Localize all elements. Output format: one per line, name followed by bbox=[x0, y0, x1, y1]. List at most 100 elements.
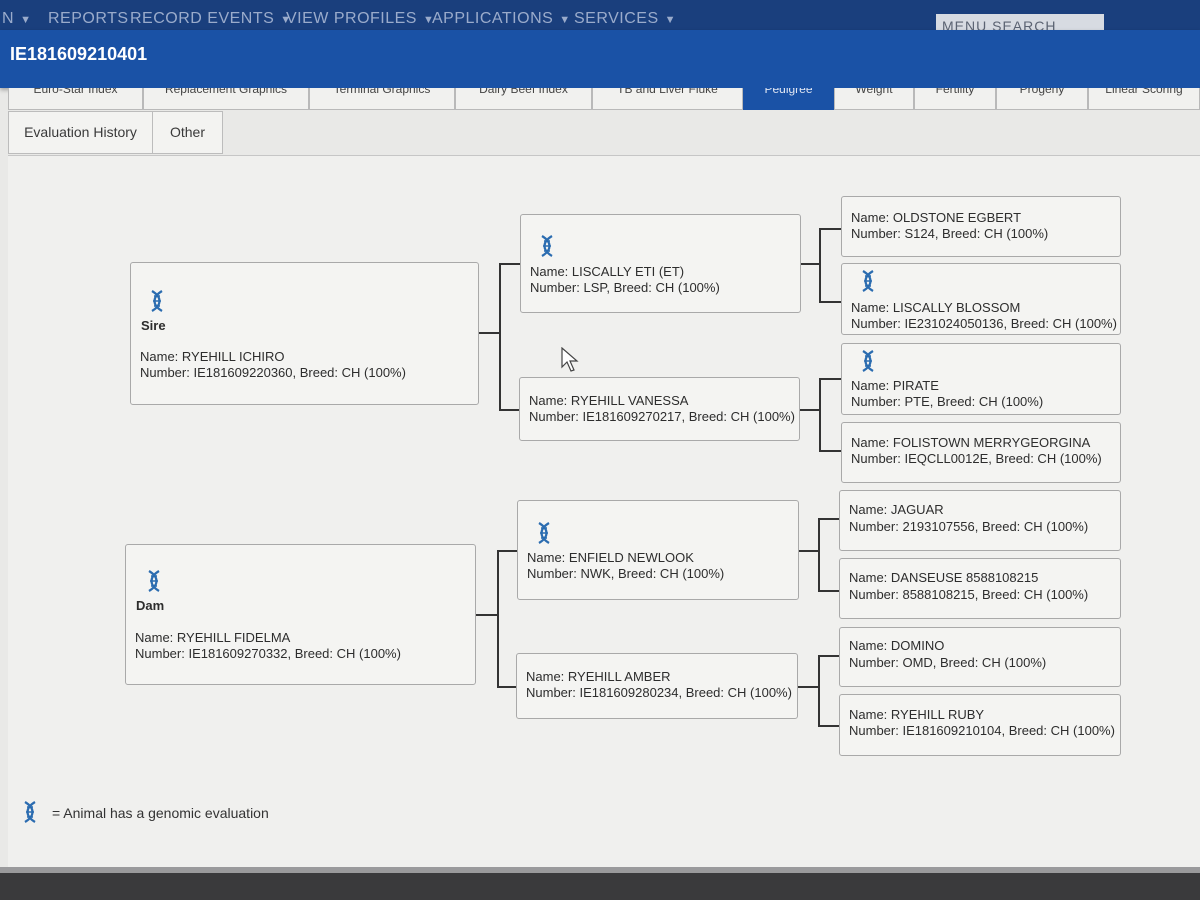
animal-name: Name: RYEHILL VANESSA bbox=[529, 393, 689, 408]
card-ss-dam[interactable]: Name: LISCALLY BLOSSOM Number: IE2310240… bbox=[841, 263, 1121, 335]
animal-name: Name: RYEHILL FIDELMA bbox=[135, 630, 291, 645]
top-navigation-bar: N ▼ REPORTS RECORD EVENTS ▼ VIEW PROFILES ▼… bbox=[0, 0, 1200, 30]
dna-genomic-icon bbox=[862, 270, 874, 292]
card-sd-dam[interactable]: Name: FOLISTOWN MERRYGEORGINA Number: IE… bbox=[841, 422, 1121, 483]
tab-weight[interactable]: Weight bbox=[834, 88, 914, 110]
connector-line bbox=[478, 332, 500, 334]
animal-name: Name: DOMINO bbox=[849, 638, 945, 653]
card-dam[interactable]: Dam Name: RYEHILL FIDELMA Number: IE1816… bbox=[125, 544, 476, 685]
dna-genomic-icon bbox=[541, 235, 553, 257]
card-sire-dam[interactable]: Name: RYEHILL VANESSA Number: IE18160927… bbox=[519, 377, 800, 441]
tab-tb-liver-fluke[interactable]: TB and Liver Fluke bbox=[592, 88, 743, 110]
card-sd-sire[interactable]: Name: PIRATE Number: PTE, Breed: CH (100… bbox=[841, 343, 1121, 415]
animal-name: Name: DANSEUSE 8588108215 bbox=[849, 570, 1039, 585]
dna-genomic-icon bbox=[24, 801, 36, 823]
card-dd-dam[interactable]: Name: RYEHILL RUBY Number: IE18160921010… bbox=[839, 694, 1121, 756]
tab-pedigree[interactable]: Pedigree bbox=[743, 88, 834, 110]
card-ds-dam[interactable]: Name: DANSEUSE 8588108215 Number: 858810… bbox=[839, 558, 1121, 619]
animal-name: Name: RYEHILL ICHIRO bbox=[140, 349, 285, 364]
animal-number: Number: 8588108215, Breed: CH (100%) bbox=[849, 587, 1089, 602]
menu-search-input[interactable]: MENU SEARCH bbox=[936, 14, 1104, 30]
animal-number: Number: IE181609210104, Breed: CH (100%) bbox=[849, 723, 1115, 738]
dna-genomic-icon bbox=[148, 570, 160, 592]
animal-name: Name: JAGUAR bbox=[849, 502, 944, 517]
animal-number: Number: IE231024050136, Breed: CH (100%) bbox=[851, 316, 1117, 331]
tab-other[interactable]: Other bbox=[152, 111, 223, 154]
nav-item-label: APPLICATIONS bbox=[432, 10, 554, 27]
nav-item-label: RECORD EVENTS bbox=[130, 10, 275, 27]
animal-name: Name: ENFIELD NEWLOOK bbox=[527, 550, 694, 565]
tab-terminal-graphics[interactable]: Terminal Graphics bbox=[309, 88, 455, 110]
animal-number: Number: IE181609220360, Breed: CH (100%) bbox=[140, 365, 406, 380]
nav-item-record-events[interactable]: RECORD EVENTS ▼ bbox=[130, 10, 292, 28]
nav-item-label: N bbox=[2, 10, 15, 27]
connector-line bbox=[818, 518, 839, 520]
nav-item-applications[interactable]: APPLICATIONS ▼ bbox=[432, 10, 571, 28]
tab-progeny[interactable]: Progeny bbox=[996, 88, 1088, 110]
animal-name: Name: LISCALLY BLOSSOM bbox=[851, 300, 1021, 315]
connector-line bbox=[819, 301, 841, 303]
chevron-down-icon: ▼ bbox=[664, 14, 677, 26]
nav-item-reports[interactable]: REPORTS bbox=[48, 10, 129, 28]
tab-evaluation-history[interactable]: Evaluation History bbox=[8, 111, 153, 154]
nav-item-services[interactable]: SERVICES ▼ bbox=[574, 10, 676, 28]
connector-line bbox=[800, 409, 820, 411]
nav-item-view-profiles[interactable]: VIEW PROFILES ▼ bbox=[286, 10, 434, 28]
page-title: IE181609210401 bbox=[10, 44, 148, 64]
animal-name: Name: FOLISTOWN MERRYGEORGINA bbox=[851, 435, 1091, 450]
chevron-down-icon: ▼ bbox=[559, 14, 571, 26]
connector-line bbox=[497, 550, 499, 688]
tab-fertility[interactable]: Fertility bbox=[914, 88, 996, 110]
card-dd-sire[interactable]: Name: DOMINO Number: OMD, Breed: CH (100… bbox=[839, 627, 1121, 687]
nav-item-label: REPORTS bbox=[48, 10, 129, 27]
legend-text: = Animal has a genomic evaluation bbox=[52, 805, 269, 821]
animal-name: Name: PIRATE bbox=[851, 378, 939, 393]
nav-item-label: SERVICES bbox=[574, 10, 659, 27]
connector-line bbox=[499, 409, 520, 411]
connector-line bbox=[819, 450, 841, 452]
card-sire[interactable]: Sire Name: RYEHILL ICHIRO Number: IE1816… bbox=[130, 262, 479, 405]
connector-line bbox=[497, 686, 517, 688]
mouse-cursor-icon bbox=[561, 347, 579, 372]
connector-line bbox=[476, 614, 498, 616]
animal-name: Name: OLDSTONE EGBERT bbox=[851, 210, 1022, 225]
tab-dairy-beef-index[interactable]: Dairy Beef Index bbox=[455, 88, 592, 110]
animal-number: Number: IE181609270217, Breed: CH (100%) bbox=[529, 409, 795, 424]
connector-line bbox=[819, 228, 821, 303]
animal-header: IE181609210401 bbox=[0, 30, 1200, 88]
connector-line bbox=[819, 228, 841, 230]
connector-line bbox=[818, 725, 839, 727]
connector-line bbox=[798, 550, 819, 552]
animal-name: Name: LISCALLY ETI (ET) bbox=[530, 264, 685, 279]
card-dam-sire[interactable]: Name: ENFIELD NEWLOOK Number: NWK, Breed… bbox=[517, 500, 799, 600]
animal-number: Number: PTE, Breed: CH (100%) bbox=[851, 394, 1044, 409]
section-tabs: Euro-Star Index Replacement Graphics Ter… bbox=[0, 88, 1200, 112]
connector-line bbox=[800, 263, 820, 265]
card-dam-dam[interactable]: Name: RYEHILL AMBER Number: IE1816092802… bbox=[516, 653, 798, 719]
connector-line bbox=[818, 655, 839, 657]
animal-number: Number: 2193107556, Breed: CH (100%) bbox=[849, 519, 1089, 534]
tab-euro-star-index[interactable]: Euro-Star Index bbox=[8, 88, 143, 110]
role-label: Dam bbox=[136, 598, 165, 613]
card-ss-sire[interactable]: Name: OLDSTONE EGBERT Number: S124, Bree… bbox=[841, 196, 1121, 257]
card-ds-sire[interactable]: Name: JAGUAR Number: 2193107556, Breed: … bbox=[839, 490, 1121, 551]
role-label: Sire bbox=[141, 318, 166, 333]
chevron-down-icon: ▼ bbox=[20, 14, 32, 26]
dna-genomic-icon bbox=[151, 290, 163, 312]
connector-line bbox=[499, 263, 520, 265]
connector-line bbox=[818, 655, 820, 727]
dna-genomic-icon bbox=[538, 522, 550, 544]
nav-item-label: VIEW PROFILES bbox=[286, 10, 417, 27]
card-sire-sire[interactable]: Name: LISCALLY ETI (ET) Number: LSP, Bre… bbox=[520, 214, 801, 313]
connector-line bbox=[497, 550, 518, 552]
monitor-bezel bbox=[0, 867, 1200, 900]
animal-number: Number: LSP, Breed: CH (100%) bbox=[530, 280, 720, 295]
animal-number: Number: IE181609280234, Breed: CH (100%) bbox=[526, 685, 792, 700]
tab-linear-scoring[interactable]: Linear Scoring bbox=[1088, 88, 1200, 110]
connector-line bbox=[819, 378, 841, 380]
dna-genomic-icon bbox=[862, 350, 874, 372]
animal-number: Number: IE181609270332, Breed: CH (100%) bbox=[135, 646, 401, 661]
tab-replacement-graphics[interactable]: Replacement Graphics bbox=[143, 88, 309, 110]
animal-number: Number: IEQCLL0012E, Breed: CH (100%) bbox=[851, 451, 1102, 466]
nav-item-partial[interactable]: N ▼ bbox=[2, 10, 31, 28]
